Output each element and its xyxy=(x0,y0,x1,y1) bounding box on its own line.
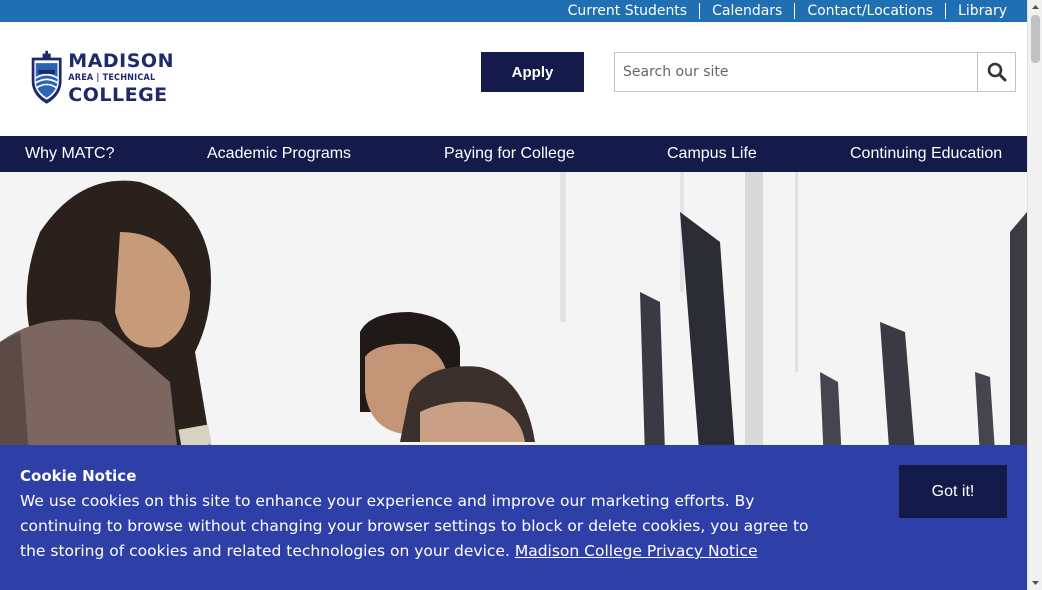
search-button[interactable] xyxy=(977,52,1016,92)
cookie-notice: Cookie Notice We use cookies on this sit… xyxy=(0,445,1027,590)
search-input[interactable] xyxy=(614,52,977,92)
cookie-notice-body: We use cookies on this site to enhance y… xyxy=(20,489,830,564)
shield-crest-icon xyxy=(31,50,62,104)
nav-item-academic-programs[interactable]: Academic Programs xyxy=(207,136,351,172)
main-nav: Why MATC? Academic Programs Paying for C… xyxy=(0,136,1027,172)
page-scrollbar[interactable] xyxy=(1027,0,1042,590)
nav-item-continuing-education[interactable]: Continuing Education xyxy=(850,136,1002,172)
utility-link-calendars[interactable]: Calendars xyxy=(699,3,794,19)
utility-link-current-students[interactable]: Current Students xyxy=(556,3,699,19)
cookie-notice-title: Cookie Notice xyxy=(20,467,137,485)
nav-item-campus-life[interactable]: Campus Life xyxy=(667,136,757,172)
utility-bar: Current Students Calendars Contact/Locat… xyxy=(0,0,1027,22)
nav-item-why-matc[interactable]: Why MATC? xyxy=(25,136,114,172)
apply-button[interactable]: Apply xyxy=(481,52,584,92)
site-header: MADISON AREA | TECHNICAL COLLEGE Apply xyxy=(0,22,1027,136)
utility-link-library[interactable]: Library xyxy=(945,3,1019,19)
search-icon xyxy=(987,62,1006,82)
scroll-up-arrow-icon[interactable] xyxy=(1028,0,1042,14)
site-search xyxy=(614,52,1016,92)
logo-text-college: COLLEGE xyxy=(68,84,168,106)
scroll-down-arrow-icon[interactable] xyxy=(1028,576,1042,590)
logo-text-area-technical: AREA | TECHNICAL xyxy=(68,73,156,83)
logo-wordmark: MADISON AREA | TECHNICAL COLLEGE xyxy=(68,50,174,106)
got-it-button[interactable]: Got it! xyxy=(899,465,1007,518)
utility-link-contact-locations[interactable]: Contact/Locations xyxy=(794,3,945,19)
scrollbar-thumb[interactable] xyxy=(1031,15,1040,63)
utility-links: Current Students Calendars Contact/Locat… xyxy=(556,0,1019,22)
privacy-notice-link[interactable]: Madison College Privacy Notice xyxy=(515,542,758,560)
logo-text-madison: MADISON xyxy=(68,50,174,72)
madison-college-logo[interactable]: MADISON AREA | TECHNICAL COLLEGE xyxy=(29,38,174,118)
nav-item-paying-for-college[interactable]: Paying for College xyxy=(444,136,575,172)
